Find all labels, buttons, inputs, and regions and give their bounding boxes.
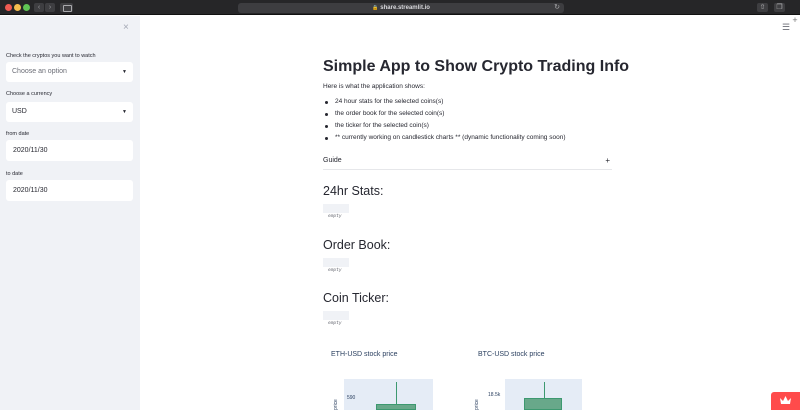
- candle[interactable]: [376, 404, 416, 410]
- forward-icon[interactable]: ›: [45, 3, 55, 12]
- y-axis-label: price: [474, 399, 480, 410]
- list-item: the order book for the selected coin(s): [323, 108, 566, 120]
- hamburger-menu-icon[interactable]: ☰: [782, 23, 790, 32]
- chart-title: ETH-USD stock price: [331, 351, 398, 358]
- currency-select-value: USD: [12, 108, 27, 115]
- chevron-down-icon: ▼: [122, 69, 127, 75]
- orderbook-heading: Order Book:: [323, 238, 391, 252]
- orderbook-empty-table: empty: [323, 258, 349, 278]
- crypto-select-placeholder: Choose an option: [12, 68, 67, 75]
- expand-icon[interactable]: +: [605, 152, 610, 170]
- close-icon[interactable]: ×: [123, 22, 129, 34]
- stats-heading: 24hr Stats:: [323, 184, 384, 198]
- sidebar: × Check the cryptos you want to watch Ch…: [0, 16, 140, 410]
- guide-label: Guide: [323, 157, 342, 164]
- y-tick-label: 590: [347, 395, 356, 401]
- candle[interactable]: [524, 398, 562, 410]
- empty-label: empty: [328, 321, 342, 326]
- to-date-label: to date: [6, 171, 23, 177]
- currency-select[interactable]: USD ▼: [6, 102, 133, 122]
- lock-icon: 🔒: [372, 5, 379, 11]
- list-item: ** currently working on candlestick char…: [323, 132, 566, 144]
- share-icon[interactable]: ⇧: [757, 3, 768, 12]
- to-date-value: 2020/11/30: [13, 187, 48, 194]
- chevron-down-icon: ▼: [122, 109, 127, 115]
- guide-expander[interactable]: Guide +: [323, 152, 612, 170]
- maximize-window-icon[interactable]: [23, 4, 30, 11]
- reload-icon[interactable]: ↻: [554, 3, 560, 13]
- streamlit-crown-icon: [780, 396, 791, 404]
- from-date-value: 2020/11/30: [13, 147, 48, 154]
- crypto-select-label: Check the cryptos you want to watch: [6, 53, 96, 59]
- chart-title: BTC-USD stock price: [478, 351, 545, 358]
- page-title: Simple App to Show Crypto Trading Info: [323, 58, 630, 75]
- empty-label: empty: [328, 214, 342, 219]
- browser-toolbar: ‹ › 🔒 share.streamlit.io ↻ ⇧ ❐: [0, 0, 800, 15]
- from-date-label: from date: [6, 131, 30, 137]
- ticker-heading: Coin Ticker:: [323, 291, 389, 305]
- to-date-input[interactable]: 2020/11/30: [6, 180, 133, 201]
- currency-select-label: Choose a currency: [6, 91, 53, 97]
- back-icon[interactable]: ‹: [34, 3, 44, 12]
- feature-list: 24 hour stats for the selected coins(s) …: [323, 96, 566, 144]
- y-axis-label: price: [333, 399, 339, 410]
- empty-label: empty: [328, 268, 342, 273]
- y-tick-label: 18.5k: [488, 392, 501, 398]
- minimize-window-icon[interactable]: [14, 4, 21, 11]
- ticker-empty-table: empty: [323, 311, 349, 331]
- list-item: the ticker for the selected coin(s): [323, 120, 566, 132]
- stats-empty-table: empty: [323, 204, 349, 224]
- sidebar-icon[interactable]: [60, 3, 73, 12]
- close-window-icon[interactable]: [5, 4, 12, 11]
- from-date-input[interactable]: 2020/11/30: [6, 140, 133, 161]
- url-text: share.streamlit.io: [380, 5, 430, 11]
- streamlit-badge[interactable]: [771, 392, 800, 410]
- plus-icon[interactable]: +: [790, 15, 800, 25]
- intro-text: Here is what the application shows:: [323, 83, 425, 90]
- address-bar[interactable]: 🔒 share.streamlit.io ↻: [238, 3, 564, 13]
- tabs-icon[interactable]: ❐: [774, 3, 785, 12]
- list-item: 24 hour stats for the selected coins(s): [323, 96, 566, 108]
- crypto-select[interactable]: Choose an option ▼: [6, 62, 133, 82]
